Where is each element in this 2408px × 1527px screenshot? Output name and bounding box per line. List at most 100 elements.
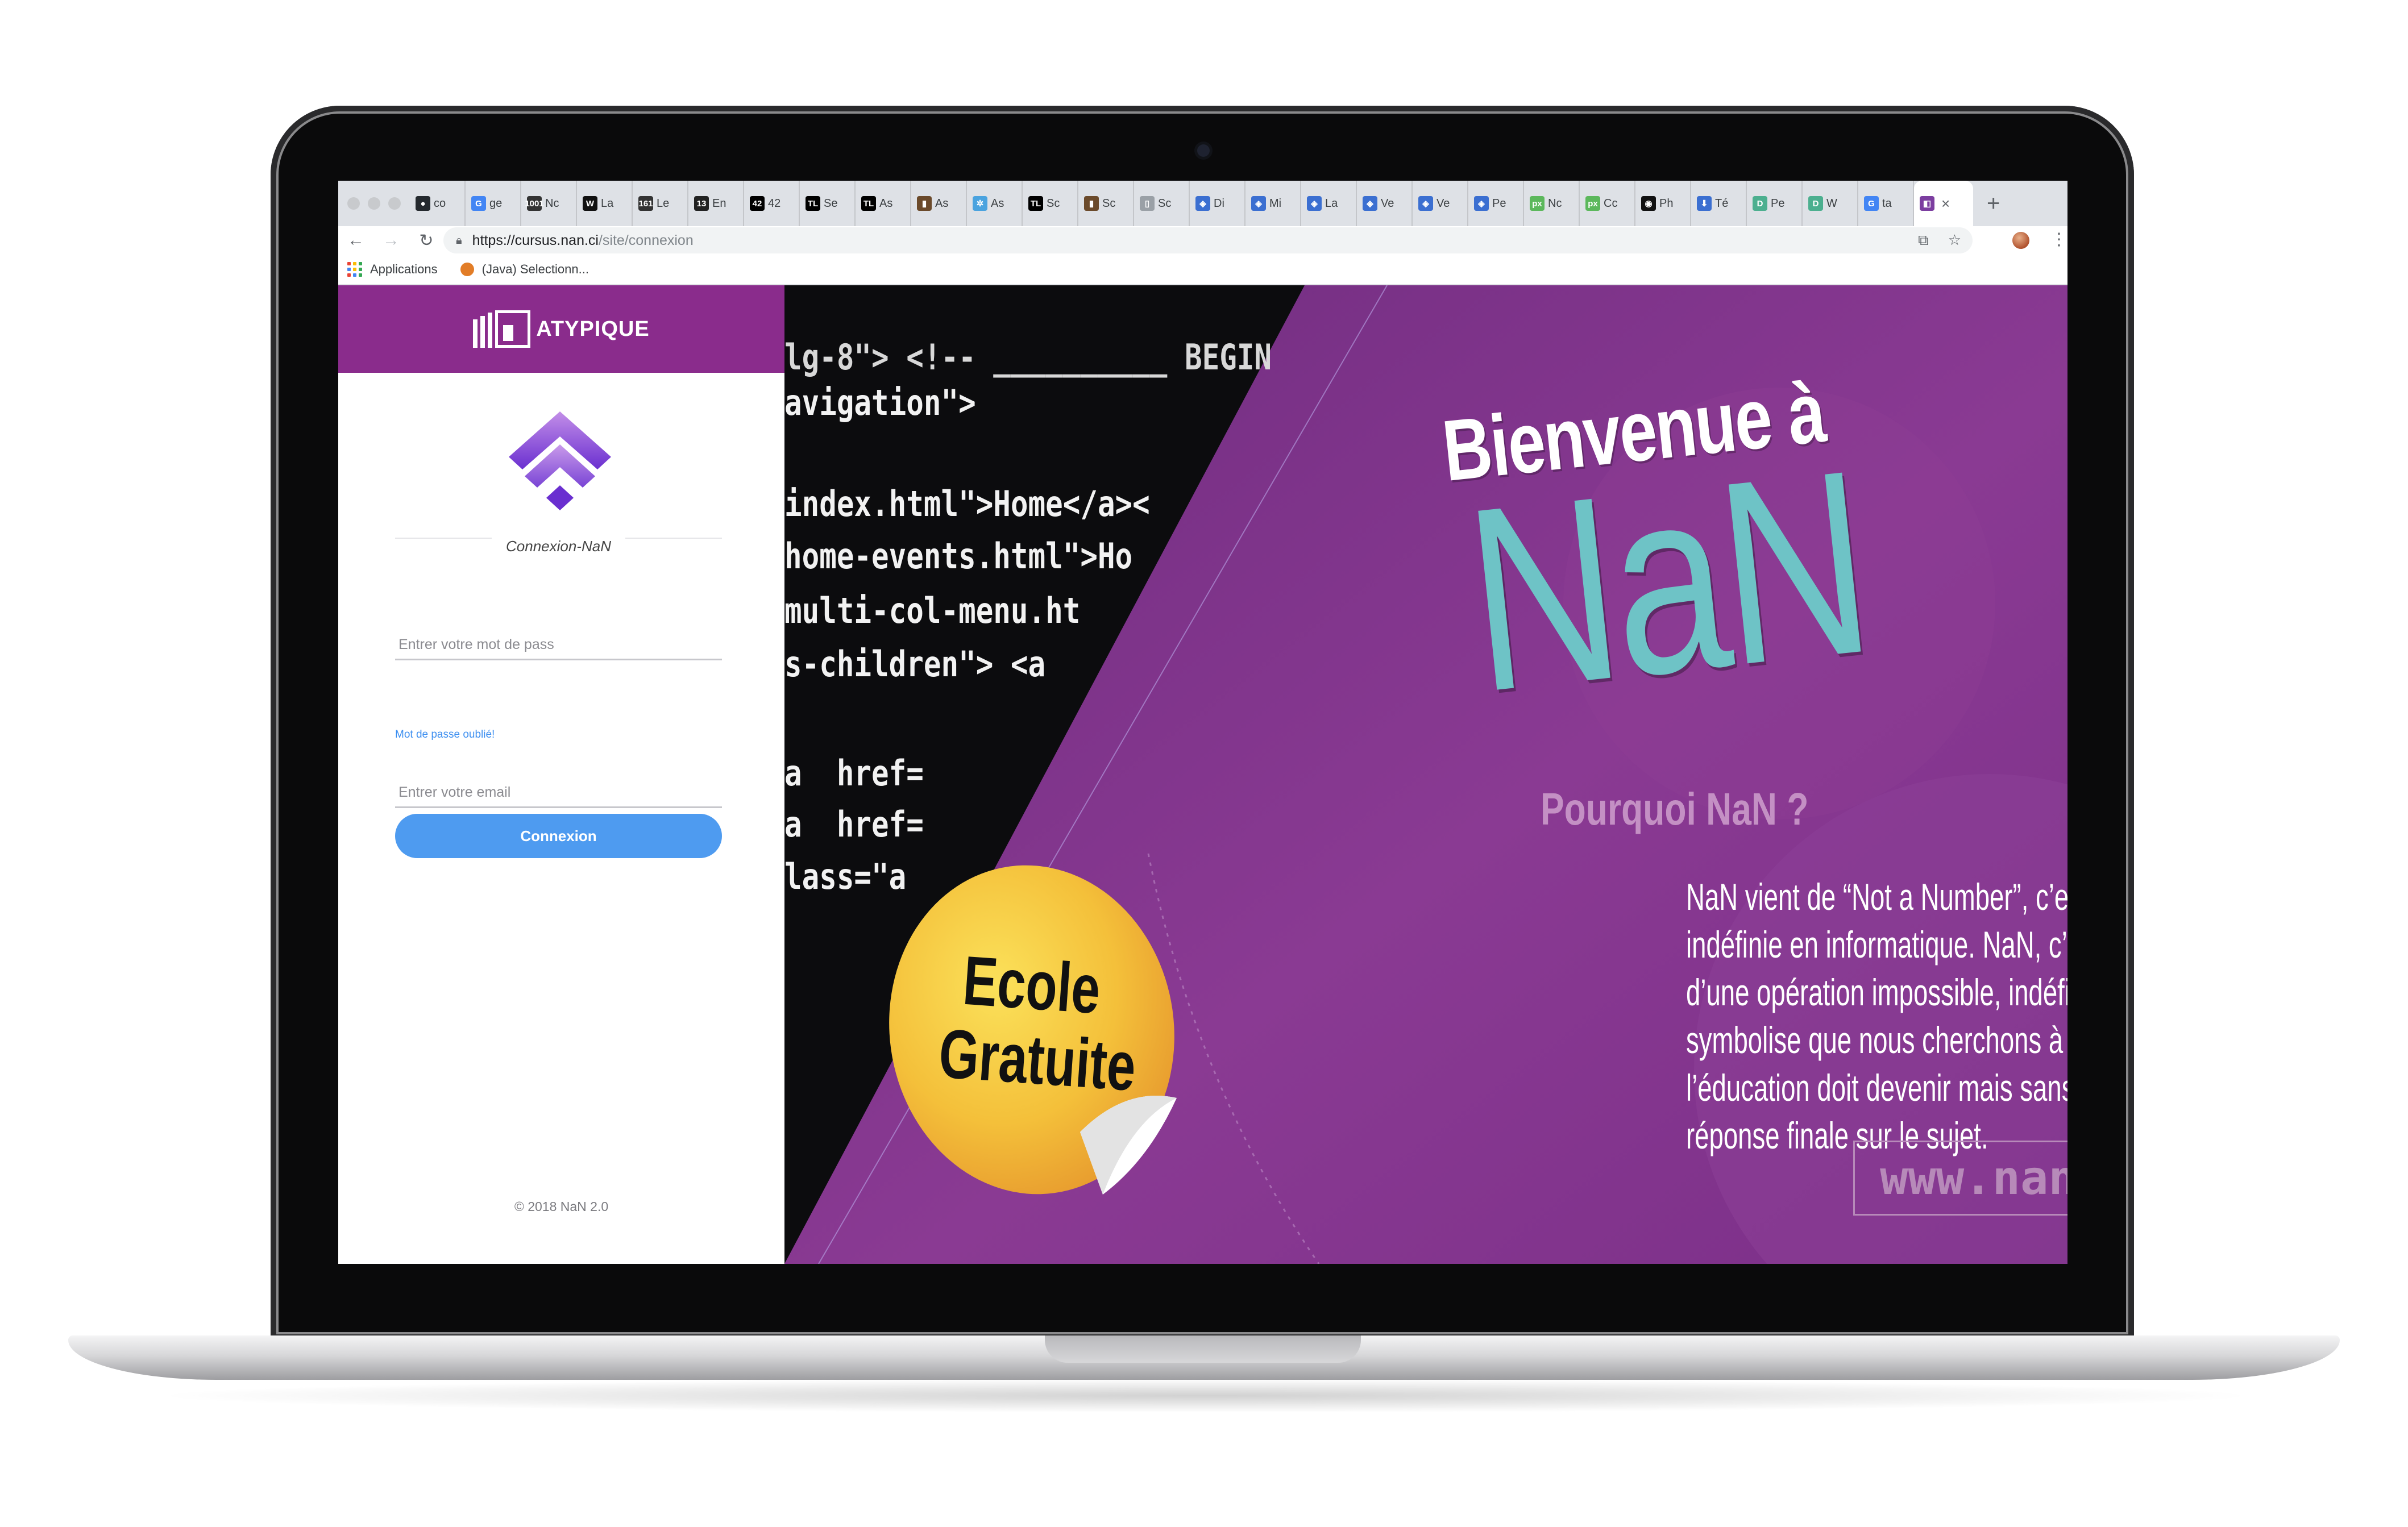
tab-label: ge (489, 197, 503, 210)
tab-active[interactable]: ◧ × (1914, 181, 1973, 226)
github-icon: ● (416, 196, 430, 211)
tab-1[interactable]: Gge (466, 181, 521, 226)
tab-15[interactable]: ◈ Mi (1245, 181, 1301, 226)
tab-13[interactable]: ▯ Sc (1134, 181, 1190, 226)
tab-label: Pe (1492, 197, 1506, 210)
tab-25[interactable]: DW (1803, 181, 1858, 226)
close-window-button[interactable] (347, 197, 360, 210)
tab-4[interactable]: 161 Le (633, 181, 688, 226)
tab-22[interactable]: ◉ Ph (1635, 181, 1691, 226)
tab-7[interactable]: TL Se (800, 181, 856, 226)
forgot-password-link[interactable]: Mot de passe oublié! (395, 729, 495, 741)
password-field[interactable] (395, 631, 722, 660)
tab-9[interactable]: ▮ As (911, 181, 967, 226)
tab-23[interactable]: ⬇ Té (1691, 181, 1747, 226)
tab-14[interactable]: ◈ Di (1190, 181, 1245, 226)
tab-2[interactable]: 1001 Nc (521, 181, 577, 226)
tab-11[interactable]: TL Sc (1023, 181, 1078, 226)
profile-avatar[interactable] (2012, 232, 2029, 249)
site-icon: TL (806, 196, 820, 211)
browser-toolbar: ← → ↻ 🔒︎ https://cursus.nan.ci/site/conn… (338, 226, 2067, 255)
forward-icon[interactable]: → (373, 231, 409, 250)
java-icon (460, 263, 474, 276)
tab-strip: ● co Gge 1001 Nc W La 161 Le 13 En 42 42 TL Se TL As ▮ As ✲… (338, 181, 2067, 226)
tab-label: As (991, 197, 1004, 210)
site-icon: ▮ (917, 196, 932, 211)
site-icon: ◉ (1641, 196, 1656, 211)
google-icon: G (471, 196, 486, 211)
tab-12[interactable]: ▮ Sc (1078, 181, 1134, 226)
tab-label: W (1826, 197, 1837, 210)
tab-21[interactable]: px Cc (1580, 181, 1635, 226)
star-icon[interactable]: ☆ (1948, 231, 1961, 249)
tab-label: Sc (1102, 197, 1116, 210)
tab-label: As (935, 197, 949, 210)
tab-label: Sc (1158, 197, 1172, 210)
window-controls (338, 197, 410, 210)
site-icon: W (583, 196, 597, 211)
site-icon: px (1530, 196, 1545, 211)
tab-label: co (434, 197, 446, 210)
tabs: ● co Gge 1001 Nc W La 161 Le 13 En 42 42 TL Se TL As ▮ As ✲… (410, 181, 1914, 226)
address-bar[interactable]: 🔒︎ https://cursus.nan.ci/site/connexion … (443, 227, 1973, 253)
bookmark-applications[interactable]: Applications (370, 262, 438, 277)
tab-8[interactable]: TL As (856, 181, 911, 226)
tab-label: Nc (1548, 197, 1562, 210)
site-icon: 13 (694, 196, 709, 211)
site-icon: ✲ (973, 196, 987, 211)
tab-18[interactable]: ◈ Ve (1413, 181, 1468, 226)
brand-name: ATYPIQUE (536, 317, 650, 341)
code-line: multi-col-menu.ht (784, 590, 1081, 631)
apps-grid-icon[interactable] (347, 262, 362, 277)
tab-10[interactable]: ✲ As (967, 181, 1023, 226)
tab-label: Té (1715, 197, 1729, 210)
badge-line1: Ecole (961, 941, 1103, 1029)
site-icon: 161 (638, 196, 653, 211)
code-line: a href= (784, 752, 924, 794)
site-icon: ◈ (1418, 196, 1433, 211)
maximize-window-button[interactable] (388, 197, 401, 210)
tab-5[interactable]: 13 En (688, 181, 744, 226)
tab-3[interactable]: W La (577, 181, 633, 226)
site-icon: ▮ (1084, 196, 1099, 211)
site-icon: ◈ (1251, 196, 1266, 211)
copyright-text: © 2018 NaN 2.0 (514, 1199, 609, 1214)
tab-label: Mi (1269, 197, 1282, 210)
tab-0[interactable]: ● co (410, 181, 466, 226)
tab-26[interactable]: Gta (1858, 181, 1914, 226)
tab-label: Se (824, 197, 838, 210)
tab-24[interactable]: D Pe (1747, 181, 1803, 226)
tab-label: La (601, 197, 614, 210)
bookmark-java[interactable]: (Java) Selectionn... (482, 262, 589, 277)
tab-6[interactable]: 42 42 (744, 181, 800, 226)
login-header: ATYPIQUE (338, 285, 784, 373)
tab-19[interactable]: ◈ Pe (1468, 181, 1524, 226)
website-url: www.nan.ci (1853, 1141, 2067, 1216)
tab-label: Le (657, 197, 670, 210)
site-icon: px (1585, 196, 1600, 211)
google-icon: G (1864, 196, 1879, 211)
tab-17[interactable]: ◈ Ve (1357, 181, 1413, 226)
atypique-logo-icon (473, 310, 531, 348)
code-line: s-children"> <a (784, 643, 1046, 685)
minimize-window-button[interactable] (368, 197, 380, 210)
site-icon: 42 (750, 196, 765, 211)
close-icon[interactable]: × (1941, 195, 1950, 213)
new-tab-button[interactable]: + (1987, 181, 2000, 226)
tab-label: Sc (1047, 197, 1060, 210)
url-host: https://cursus.nan.ci (472, 232, 599, 248)
document-icon: ▯ (1140, 196, 1155, 211)
tab-label: La (1325, 197, 1338, 210)
site-icon: TL (1028, 196, 1043, 211)
browser-window: ● co Gge 1001 Nc W La 161 Le 13 En 42 42 TL Se TL As ▮ As ✲… (338, 181, 2067, 1264)
email-field[interactable] (395, 779, 722, 808)
tab-16[interactable]: ◈ La (1301, 181, 1357, 226)
menu-icon[interactable]: ⋮ (2050, 230, 2067, 249)
reload-icon[interactable]: ↻ (409, 231, 444, 251)
translate-icon[interactable]: ⧉ (1918, 231, 1929, 249)
laptop-notch (1045, 1335, 1361, 1363)
back-icon[interactable]: ← (338, 231, 373, 250)
site-icon: ◈ (1474, 196, 1489, 211)
tab-20[interactable]: px Nc (1524, 181, 1580, 226)
connexion-button[interactable]: Connexion (395, 814, 722, 858)
